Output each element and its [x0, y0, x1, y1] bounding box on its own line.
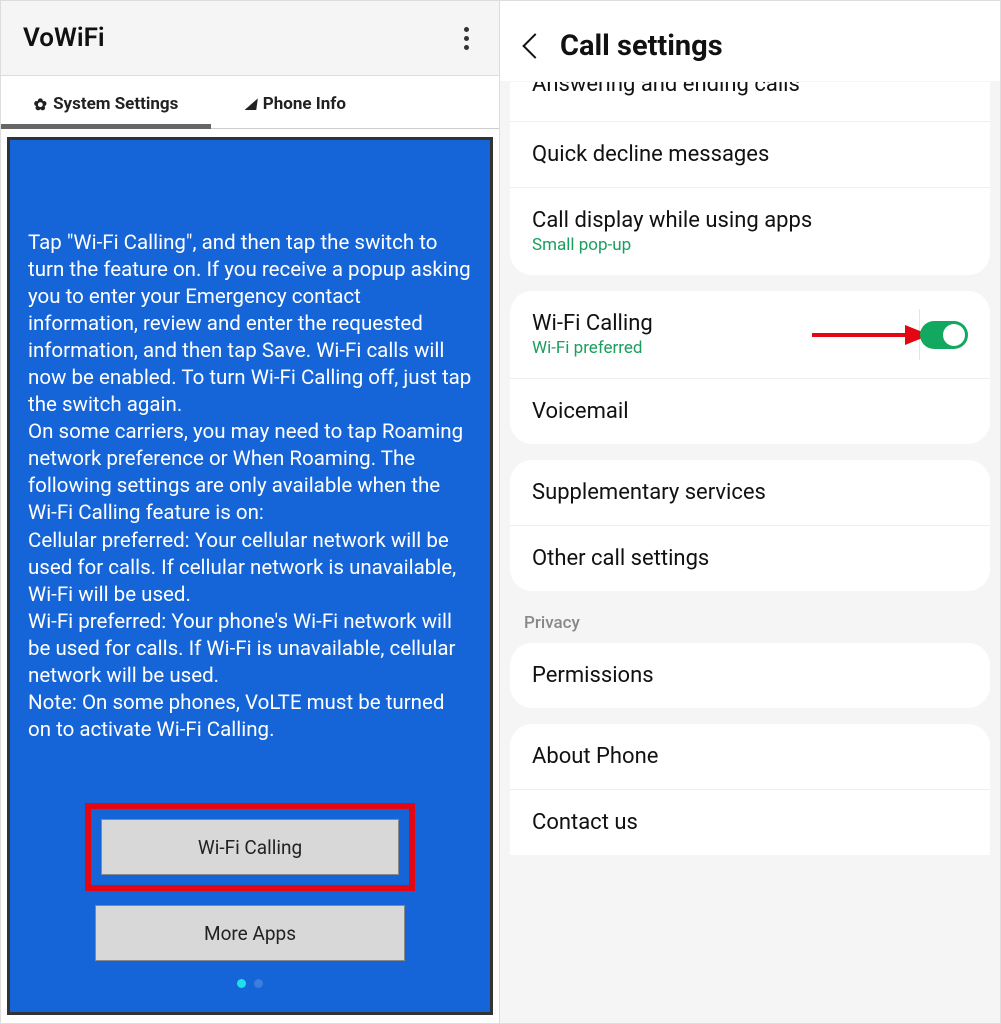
- arrow-annotation: [810, 322, 930, 348]
- right-header: Call settings: [500, 1, 1000, 82]
- instructions-text: Tap "Wi-Fi Calling", and then tap the sw…: [28, 230, 472, 744]
- tab-phone-info[interactable]: ◢ Phone Info: [211, 76, 381, 128]
- button-label: Wi-Fi Calling: [198, 836, 302, 859]
- more-options-icon[interactable]: [464, 27, 477, 50]
- app-title: VoWiFi: [23, 23, 105, 53]
- wifi-calling-toggle[interactable]: [920, 321, 968, 349]
- settings-list[interactable]: Answering and ending calls Quick decline…: [500, 82, 1000, 1023]
- setting-sublabel: Wi-Fi preferred: [532, 338, 653, 358]
- button-group: Wi-Fi Calling More Apps: [28, 803, 472, 996]
- content-area: Tap "Wi-Fi Calling", and then tap the sw…: [1, 129, 499, 1023]
- tab-label: Phone Info: [263, 94, 346, 114]
- left-header: VoWiFi: [1, 1, 499, 76]
- more-apps-button[interactable]: More Apps: [95, 905, 405, 961]
- setting-label: About Phone: [532, 744, 658, 769]
- settings-group: About Phone Contact us: [510, 724, 990, 855]
- vowifi-app-pane: VoWiFi ✿ System Settings ◢ Phone Info Ta…: [1, 1, 500, 1023]
- setting-label: Voicemail: [532, 399, 629, 424]
- setting-sublabel: Small pop-up: [532, 235, 812, 255]
- settings-group: Supplementary services Other call settin…: [510, 460, 990, 591]
- wifi-calling-button[interactable]: Wi-Fi Calling: [101, 819, 399, 875]
- signal-icon: ◢: [245, 96, 258, 112]
- setting-answering-ending[interactable]: Answering and ending calls: [510, 82, 990, 115]
- tab-bar: ✿ System Settings ◢ Phone Info: [1, 76, 499, 129]
- setting-permissions[interactable]: Permissions: [510, 643, 990, 708]
- setting-label: Call display while using apps: [532, 208, 812, 233]
- setting-contact-us[interactable]: Contact us: [510, 789, 990, 855]
- setting-quick-decline[interactable]: Quick decline messages: [510, 121, 990, 187]
- setting-label: Other call settings: [532, 546, 709, 571]
- highlight-annotation: Wi-Fi Calling: [85, 803, 415, 891]
- page-indicator: [237, 979, 263, 988]
- gear-icon: ✿: [34, 95, 47, 114]
- setting-call-display[interactable]: Call display while using apps Small pop-…: [510, 187, 990, 275]
- section-header-privacy: Privacy: [510, 607, 990, 643]
- setting-label: Supplementary services: [532, 480, 766, 505]
- setting-about-phone[interactable]: About Phone: [510, 724, 990, 789]
- page-title: Call settings: [560, 29, 723, 63]
- setting-supplementary[interactable]: Supplementary services: [510, 460, 990, 525]
- instructions-card[interactable]: Tap "Wi-Fi Calling", and then tap the sw…: [7, 137, 493, 1015]
- setting-label: Contact us: [532, 810, 638, 835]
- tab-system-settings[interactable]: ✿ System Settings: [1, 76, 211, 128]
- settings-group: Permissions: [510, 643, 990, 708]
- settings-group: Wi-Fi Calling Wi-Fi preferred Voicemail: [510, 291, 990, 444]
- button-label: More Apps: [204, 922, 296, 945]
- settings-group: Answering and ending calls Quick decline…: [510, 82, 990, 275]
- tab-label: System Settings: [53, 94, 178, 114]
- back-icon[interactable]: [522, 33, 547, 58]
- setting-label: Permissions: [532, 663, 654, 688]
- setting-other-call[interactable]: Other call settings: [510, 525, 990, 591]
- call-settings-pane: Call settings Answering and ending calls…: [500, 1, 1000, 1023]
- setting-wifi-calling[interactable]: Wi-Fi Calling Wi-Fi preferred: [510, 291, 990, 378]
- setting-label: Quick decline messages: [532, 142, 769, 167]
- setting-label: Wi-Fi Calling: [532, 311, 653, 336]
- setting-voicemail[interactable]: Voicemail: [510, 378, 990, 444]
